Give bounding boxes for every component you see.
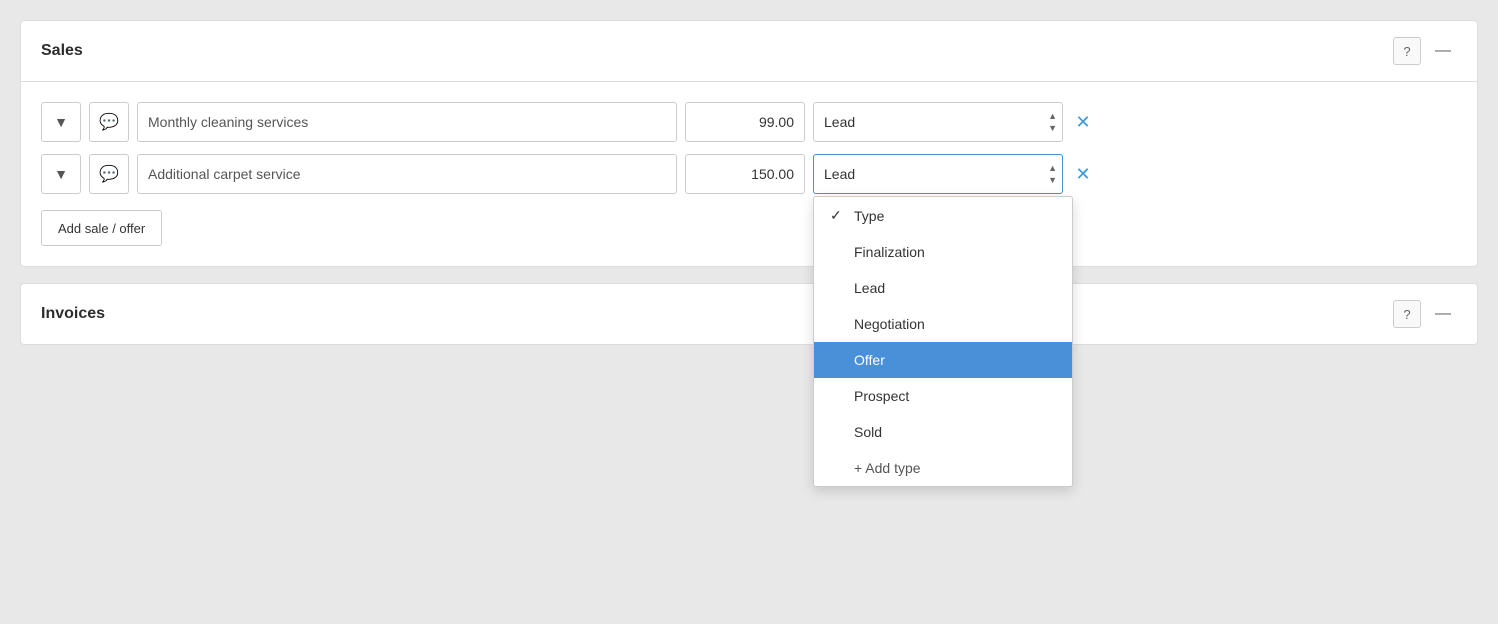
row1-type-select[interactable]: Lead [813, 102, 1063, 142]
sales-header-actions: ? — [1393, 37, 1457, 65]
type-dropdown: ✓ Type Finalization Lead [813, 196, 1073, 487]
row2-service-input[interactable] [137, 154, 677, 194]
sales-body: ▼ 💬 Lead ▲ ▼ ✕ [21, 82, 1477, 266]
dropdown-label-type: Type [854, 208, 884, 224]
row1-comment-button[interactable]: 💬 [89, 102, 129, 142]
comment-icon: 💬 [99, 112, 119, 132]
sale-row-2: ▼ 💬 Lead ▲ ▼ [41, 154, 1457, 194]
invoices-collapse-button[interactable]: — [1429, 300, 1457, 328]
row2-comment-button[interactable]: 💬 [89, 154, 129, 194]
dropdown-label-offer: Offer [854, 352, 885, 368]
dropdown-item-add-type[interactable]: + Add type [814, 450, 1072, 486]
dropdown-label-finalization: Finalization [854, 244, 925, 260]
dropdown-item-prospect[interactable]: Prospect [814, 378, 1072, 414]
row2-expand-button[interactable]: ▼ [41, 154, 81, 194]
row1-delete-button[interactable]: ✕ [1071, 110, 1095, 134]
dropdown-item-negotiation[interactable]: Negotiation [814, 306, 1072, 342]
sales-section: Sales ? — ▼ 💬 [20, 20, 1478, 267]
dropdown-item-finalization[interactable]: Finalization [814, 234, 1072, 270]
row2-amount-input[interactable] [685, 154, 805, 194]
chevron-down-icon: ▼ [54, 166, 68, 182]
chevron-down-icon: ▼ [54, 114, 68, 130]
sales-help-button[interactable]: ? [1393, 37, 1421, 65]
sales-header: Sales ? — [21, 21, 1477, 82]
dropdown-label-negotiation: Negotiation [854, 316, 925, 332]
add-sale-button[interactable]: Add sale / offer [41, 210, 162, 246]
invoices-header-actions: ? — [1393, 300, 1457, 328]
close-icon: ✕ [1075, 164, 1090, 185]
add-sale-label: Add sale / offer [58, 221, 145, 236]
row1-expand-button[interactable]: ▼ [41, 102, 81, 142]
row1-type-wrapper: Lead ▲ ▼ [813, 102, 1063, 142]
dropdown-item-offer[interactable]: Offer [814, 342, 1072, 378]
dropdown-item-sold[interactable]: Sold [814, 414, 1072, 450]
invoices-header: Invoices ? — [21, 284, 1477, 344]
comment-icon: 💬 [99, 164, 119, 184]
dropdown-label-prospect: Prospect [854, 388, 909, 404]
row1-service-input[interactable] [137, 102, 677, 142]
sales-title: Sales [41, 42, 83, 60]
close-icon: ✕ [1075, 112, 1090, 133]
dropdown-label-add-type: + Add type [854, 460, 921, 476]
dropdown-item-lead[interactable]: Lead [814, 270, 1072, 306]
invoices-section: Invoices ? — [20, 283, 1478, 345]
invoices-help-button[interactable]: ? [1393, 300, 1421, 328]
sales-collapse-button[interactable]: — [1429, 37, 1457, 65]
dropdown-item-type[interactable]: ✓ Type [814, 197, 1072, 234]
dropdown-label-sold: Sold [854, 424, 882, 440]
row2-type-wrapper: Lead ▲ ▼ ✓ Type Finalizat [813, 154, 1063, 194]
row1-amount-input[interactable] [685, 102, 805, 142]
row2-delete-button[interactable]: ✕ [1071, 162, 1095, 186]
check-icon: ✓ [830, 207, 846, 224]
dropdown-label-lead: Lead [854, 280, 885, 296]
row2-type-select[interactable]: Lead [813, 154, 1063, 194]
invoices-title: Invoices [41, 305, 105, 323]
sale-row-1: ▼ 💬 Lead ▲ ▼ ✕ [41, 102, 1457, 142]
